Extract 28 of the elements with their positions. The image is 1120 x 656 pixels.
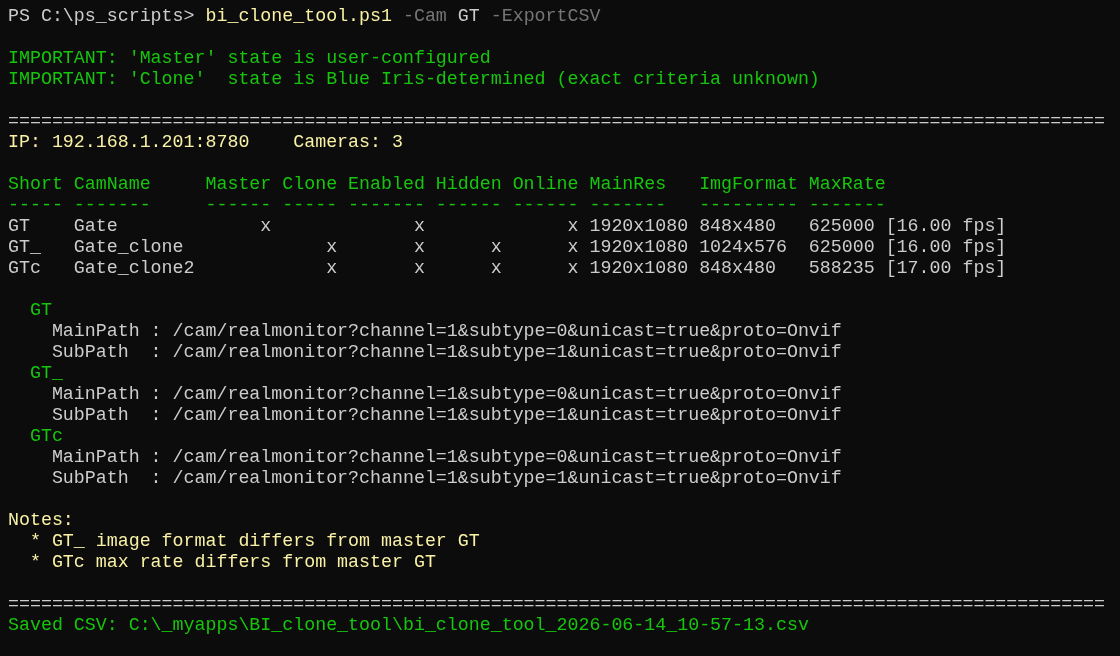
parameter-text: -Cam [401, 6, 447, 27]
separator-line: ==================================================================================================== [8, 111, 1106, 132]
path-text: MainPath : /cam/realmonitor?channel=1&subtype=0&unicast=true&proto=Onvif [50, 321, 842, 342]
command-text: bi_clone_tool.ps1 [205, 6, 392, 27]
separator-line: ==================================================================================================== [8, 594, 1106, 615]
camera-label: GTc [28, 426, 63, 447]
table-header: Short CamName Master Clone Enabled Hidden Online MainRes ImgFormat MaxRate [8, 174, 886, 195]
path-text: SubPath : /cam/realmonitor?channel=1&subtype=1&unicast=true&proto=Onvif [50, 342, 842, 363]
notes-text: Notes: [8, 510, 74, 531]
saved-message: Saved CSV: C:\_myapps\BI_clone_tool\bi_clone_tool_2026-06-14_10-57-13.csv [8, 615, 809, 636]
important-note: IMPORTANT: 'Master' state is user-configured [8, 48, 491, 69]
table-row: GTc Gate_clone2 x x x x 1920x1080 848x480 588235 [17.00 fps] [8, 258, 1007, 279]
path-text: MainPath : /cam/realmonitor?channel=1&subtype=0&unicast=true&proto=Onvif [50, 447, 842, 468]
argument-text: GT [456, 6, 480, 27]
camera-label: GT [28, 300, 52, 321]
path-text: MainPath : /cam/realmonitor?channel=1&subtype=0&unicast=true&proto=Onvif [50, 384, 842, 405]
parameter-text: -ExportCSV [489, 6, 601, 27]
table-row: GT_ Gate_clone x x x x 1920x1080 1024x576 625000 [16.00 fps] [8, 237, 1007, 258]
notes-text: * GT_ image format differs from master GT [28, 531, 480, 552]
connection-info: IP: 192.168.1.201:8780 Cameras: 3 [8, 132, 403, 153]
table-row: GT Gate x x x 1920x1080 848x480 625000 [16.00 fps] [8, 216, 1007, 237]
important-note: IMPORTANT: 'Clone' state is Blue Iris-determined (exact criteria unknown) [8, 69, 820, 90]
path-text: SubPath : /cam/realmonitor?channel=1&subtype=1&unicast=true&proto=Onvif [50, 468, 842, 489]
path-text: SubPath : /cam/realmonitor?channel=1&subtype=1&unicast=true&proto=Onvif [50, 405, 842, 426]
prompt-text: PS C:\ps_scripts> [8, 6, 196, 27]
table-header: ----- ------- ------ ----- ------- ------ ------ ------- --------- ------- [8, 195, 886, 216]
notes-text: * GTc max rate differs from master GT [28, 552, 436, 573]
camera-label: GT_ [28, 363, 63, 384]
